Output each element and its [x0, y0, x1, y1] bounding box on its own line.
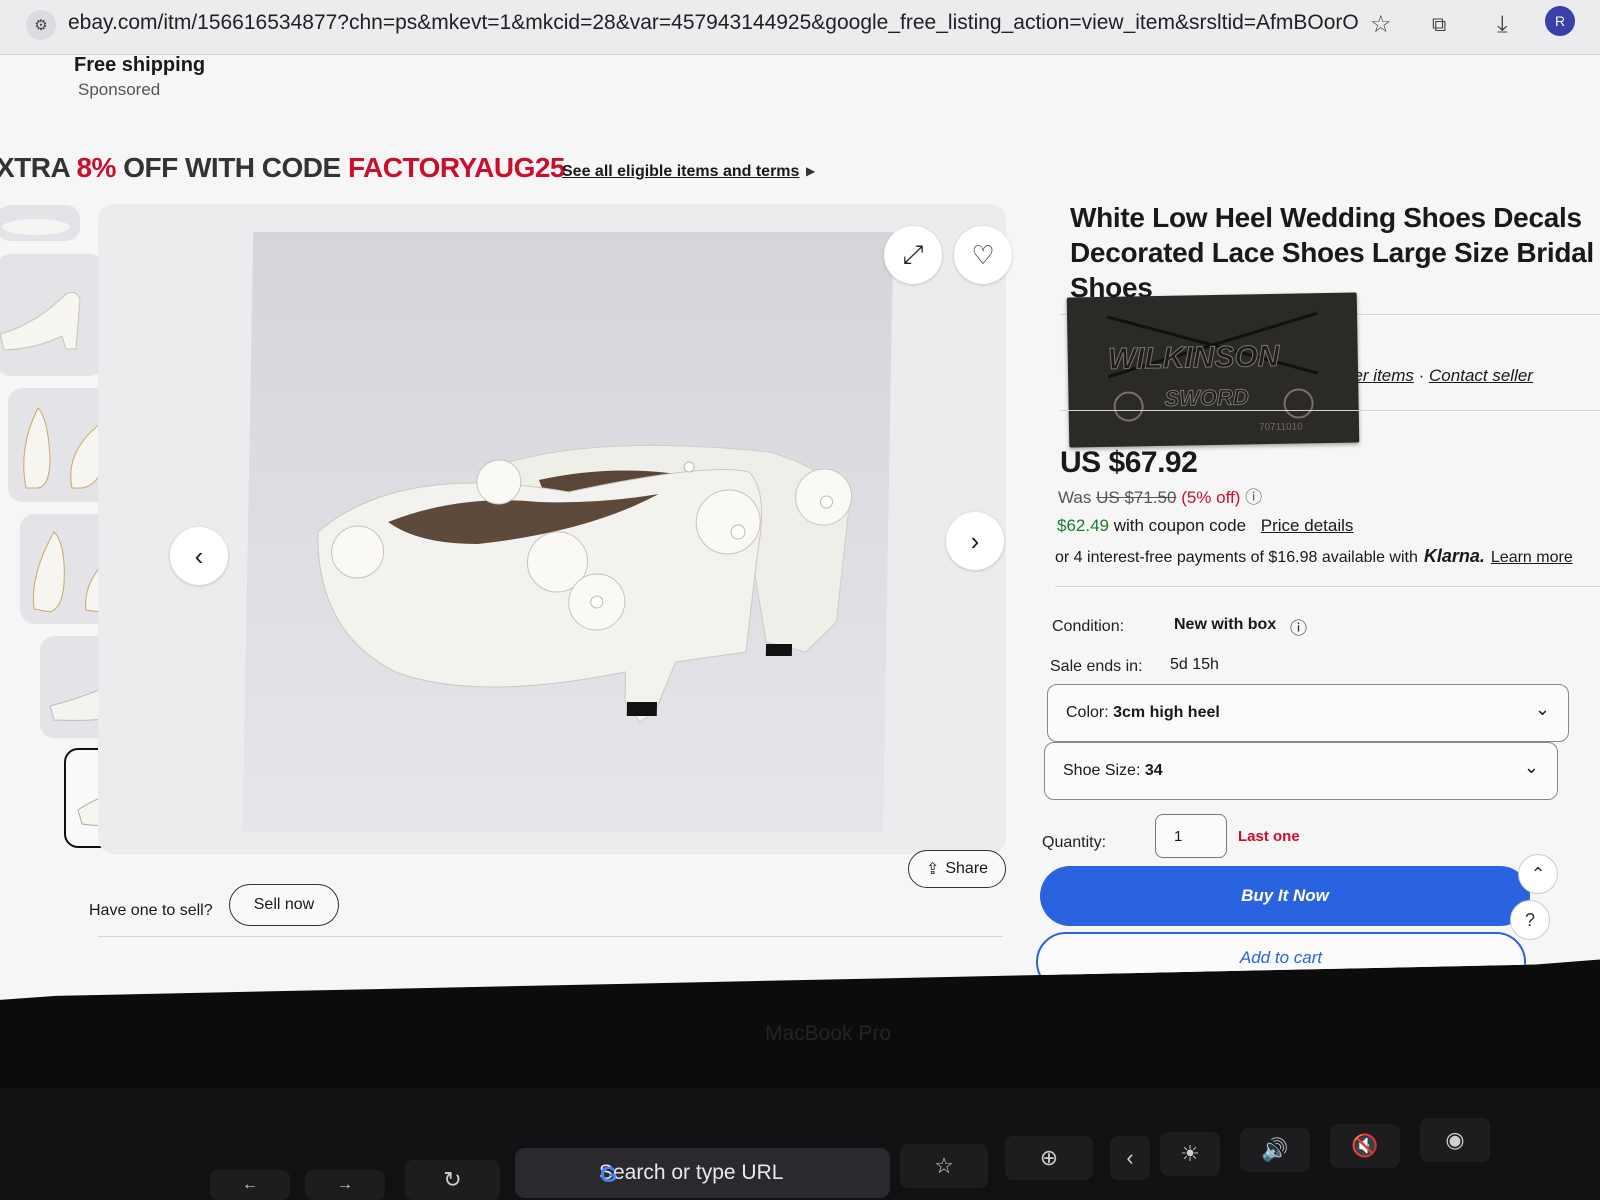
quantity-label: Quantity:: [1042, 834, 1107, 851]
mute-icon[interactable]: 🔇: [1330, 1124, 1400, 1168]
shoe-thumbnail-image: [2, 219, 70, 235]
size-label: Shoe Size:: [1063, 762, 1145, 779]
next-image-chevron-right-icon[interactable]: ›: [946, 512, 1004, 570]
divider: [1060, 410, 1600, 411]
was-label: Was: [1058, 488, 1092, 507]
klarna-logo: Klarna.: [1423, 546, 1485, 566]
quantity-input[interactable]: 1: [1155, 814, 1227, 858]
scroll-up-chevron-icon[interactable]: ⌃: [1518, 854, 1558, 894]
divider: [1055, 586, 1600, 587]
help-icon[interactable]: ?: [1510, 900, 1550, 940]
was-price-line: Was US $71.50 (5% off) ⓘ: [1058, 483, 1262, 508]
thumbnail-2[interactable]: [0, 254, 104, 376]
download-icon[interactable]: ⤓: [1497, 10, 1508, 40]
wilkinson-sword-sticker-overlay: WILKINSON SWORD 70711010: [1066, 292, 1360, 448]
contact-seller-link[interactable]: Contact seller: [1429, 366, 1533, 385]
share-button[interactable]: ⇪ Share: [908, 850, 1006, 888]
share-label: Share: [945, 860, 989, 877]
arrow-right-icon: ▶: [806, 164, 816, 178]
share-icon: ⇪: [925, 861, 940, 878]
shoe-thumbnail-image: [0, 291, 81, 351]
price: US $67.92: [1060, 446, 1198, 479]
promo-code: FACTORYAUG25: [347, 152, 566, 183]
promo-terms-link[interactable]: See all eligible items and terms: [562, 163, 799, 181]
promo-text-1: XTRA: [0, 152, 77, 183]
coupon-price: $62.49: [1057, 516, 1109, 535]
browser-url-bar: ⚙ ebay.com/itm/156616534877?chn=ps&mkevt…: [0, 0, 1600, 55]
brightness-icon[interactable]: ☀: [1160, 1132, 1220, 1176]
info-icon[interactable]: ⓘ: [1245, 488, 1262, 507]
buy-it-now-button[interactable]: Buy It Now: [1040, 866, 1530, 926]
seller-links: her items · Contact seller: [1344, 366, 1533, 386]
sticker-brand-line1: WILKINSON: [1107, 339, 1280, 376]
condition-info-icon[interactable]: ⓘ: [1290, 614, 1307, 639]
promo-text-2: OFF WITH CODE: [115, 152, 348, 183]
klarna-line: or 4 interest-free payments of $16.98 av…: [1055, 546, 1573, 567]
chevron-down-icon: ⌄: [1523, 757, 1539, 777]
bookmark-star-icon[interactable]: ☆: [900, 1144, 988, 1188]
laptop-model-label: MacBook Pro: [765, 1022, 892, 1045]
shoe-photo: [242, 232, 894, 832]
color-value: 3cm high heel: [1113, 704, 1220, 721]
condition-value: New with box: [1174, 616, 1277, 633]
color-label: Color:: [1066, 704, 1114, 721]
sticker-brand-line2: SWORD: [1164, 384, 1250, 411]
seller-links-separator: ·: [1413, 366, 1430, 385]
thumbnail-1[interactable]: [0, 205, 80, 241]
size-value: 34: [1144, 762, 1163, 779]
price-details-link[interactable]: Price details: [1261, 516, 1354, 535]
site-settings-icon[interactable]: ⚙: [26, 10, 56, 40]
product-main-image[interactable]: [242, 232, 894, 832]
new-tab-plus-icon[interactable]: ⊕: [1005, 1136, 1093, 1180]
touchbar-search-field[interactable]: Search or type URL: [515, 1148, 890, 1198]
bookmark-star-icon[interactable]: ☆: [1370, 10, 1392, 40]
product-title: White Low Heel Wedding Shoes Decals Deco…: [1070, 202, 1594, 303]
condition-label: Condition:: [1052, 618, 1125, 635]
url-text[interactable]: ebay.com/itm/156616534877?chn=ps&mkevt=1…: [68, 11, 1358, 35]
sale-ends-label: Sale ends in:: [1050, 658, 1143, 675]
color-select-text: Color: 3cm high heel: [1066, 704, 1220, 722]
sticker-code: 70711010: [1258, 421, 1303, 434]
klarna-text: or 4 interest-free payments of $16.98 av…: [1055, 549, 1418, 566]
learn-more-link[interactable]: Learn more: [1491, 549, 1573, 566]
color-select[interactable]: Color: 3cm high heel ⌄: [1047, 684, 1569, 742]
sponsored-label: Sponsored: [78, 80, 161, 99]
page-search-icon[interactable]: ⧉: [1432, 10, 1446, 40]
heart-icon[interactable]: ♡: [954, 226, 1012, 284]
divider: [98, 936, 1003, 937]
profile-avatar[interactable]: R: [1545, 6, 1575, 36]
discount-percent: (5% off): [1181, 488, 1241, 507]
expand-icon[interactable]: ⤢: [884, 226, 942, 284]
collapse-chevron-icon[interactable]: ‹: [1110, 1136, 1150, 1180]
size-select-text: Shoe Size: 34: [1063, 762, 1163, 780]
promo-percent: 8%: [76, 152, 116, 183]
back-arrow-icon[interactable]: ←: [210, 1170, 290, 1200]
was-price: US $71.50: [1096, 488, 1177, 507]
volume-icon[interactable]: 🔊: [1240, 1128, 1310, 1172]
google-g-icon: G: [600, 1162, 618, 1187]
sell-question: Have one to sell?: [89, 902, 213, 919]
prev-image-chevron-left-icon[interactable]: ‹: [170, 527, 228, 585]
siri-icon[interactable]: ◉: [1420, 1118, 1490, 1162]
laptop-screen: ⚙ ebay.com/itm/156616534877?chn=ps&mkevt…: [0, 0, 1600, 1000]
shoe-size-select[interactable]: Shoe Size: 34 ⌄: [1044, 742, 1558, 800]
stock-note: Last one: [1238, 828, 1300, 845]
forward-arrow-icon[interactable]: →: [305, 1170, 385, 1200]
free-shipping-label: Free shipping: [74, 54, 206, 76]
coupon-line: $62.49 with coupon code Price details: [1057, 516, 1353, 536]
sell-now-button[interactable]: Sell now: [229, 884, 339, 926]
reload-icon[interactable]: ↻: [405, 1160, 500, 1200]
add-to-cart-button[interactable]: Add to cart: [1036, 932, 1526, 992]
promo-banner: XTRA 8% OFF WITH CODE FACTORYAUG25: [0, 152, 566, 184]
coupon-text: with coupon code: [1109, 516, 1247, 535]
sale-ends-value: 5d 15h: [1170, 656, 1219, 673]
chevron-down-icon: ⌄: [1534, 699, 1550, 719]
